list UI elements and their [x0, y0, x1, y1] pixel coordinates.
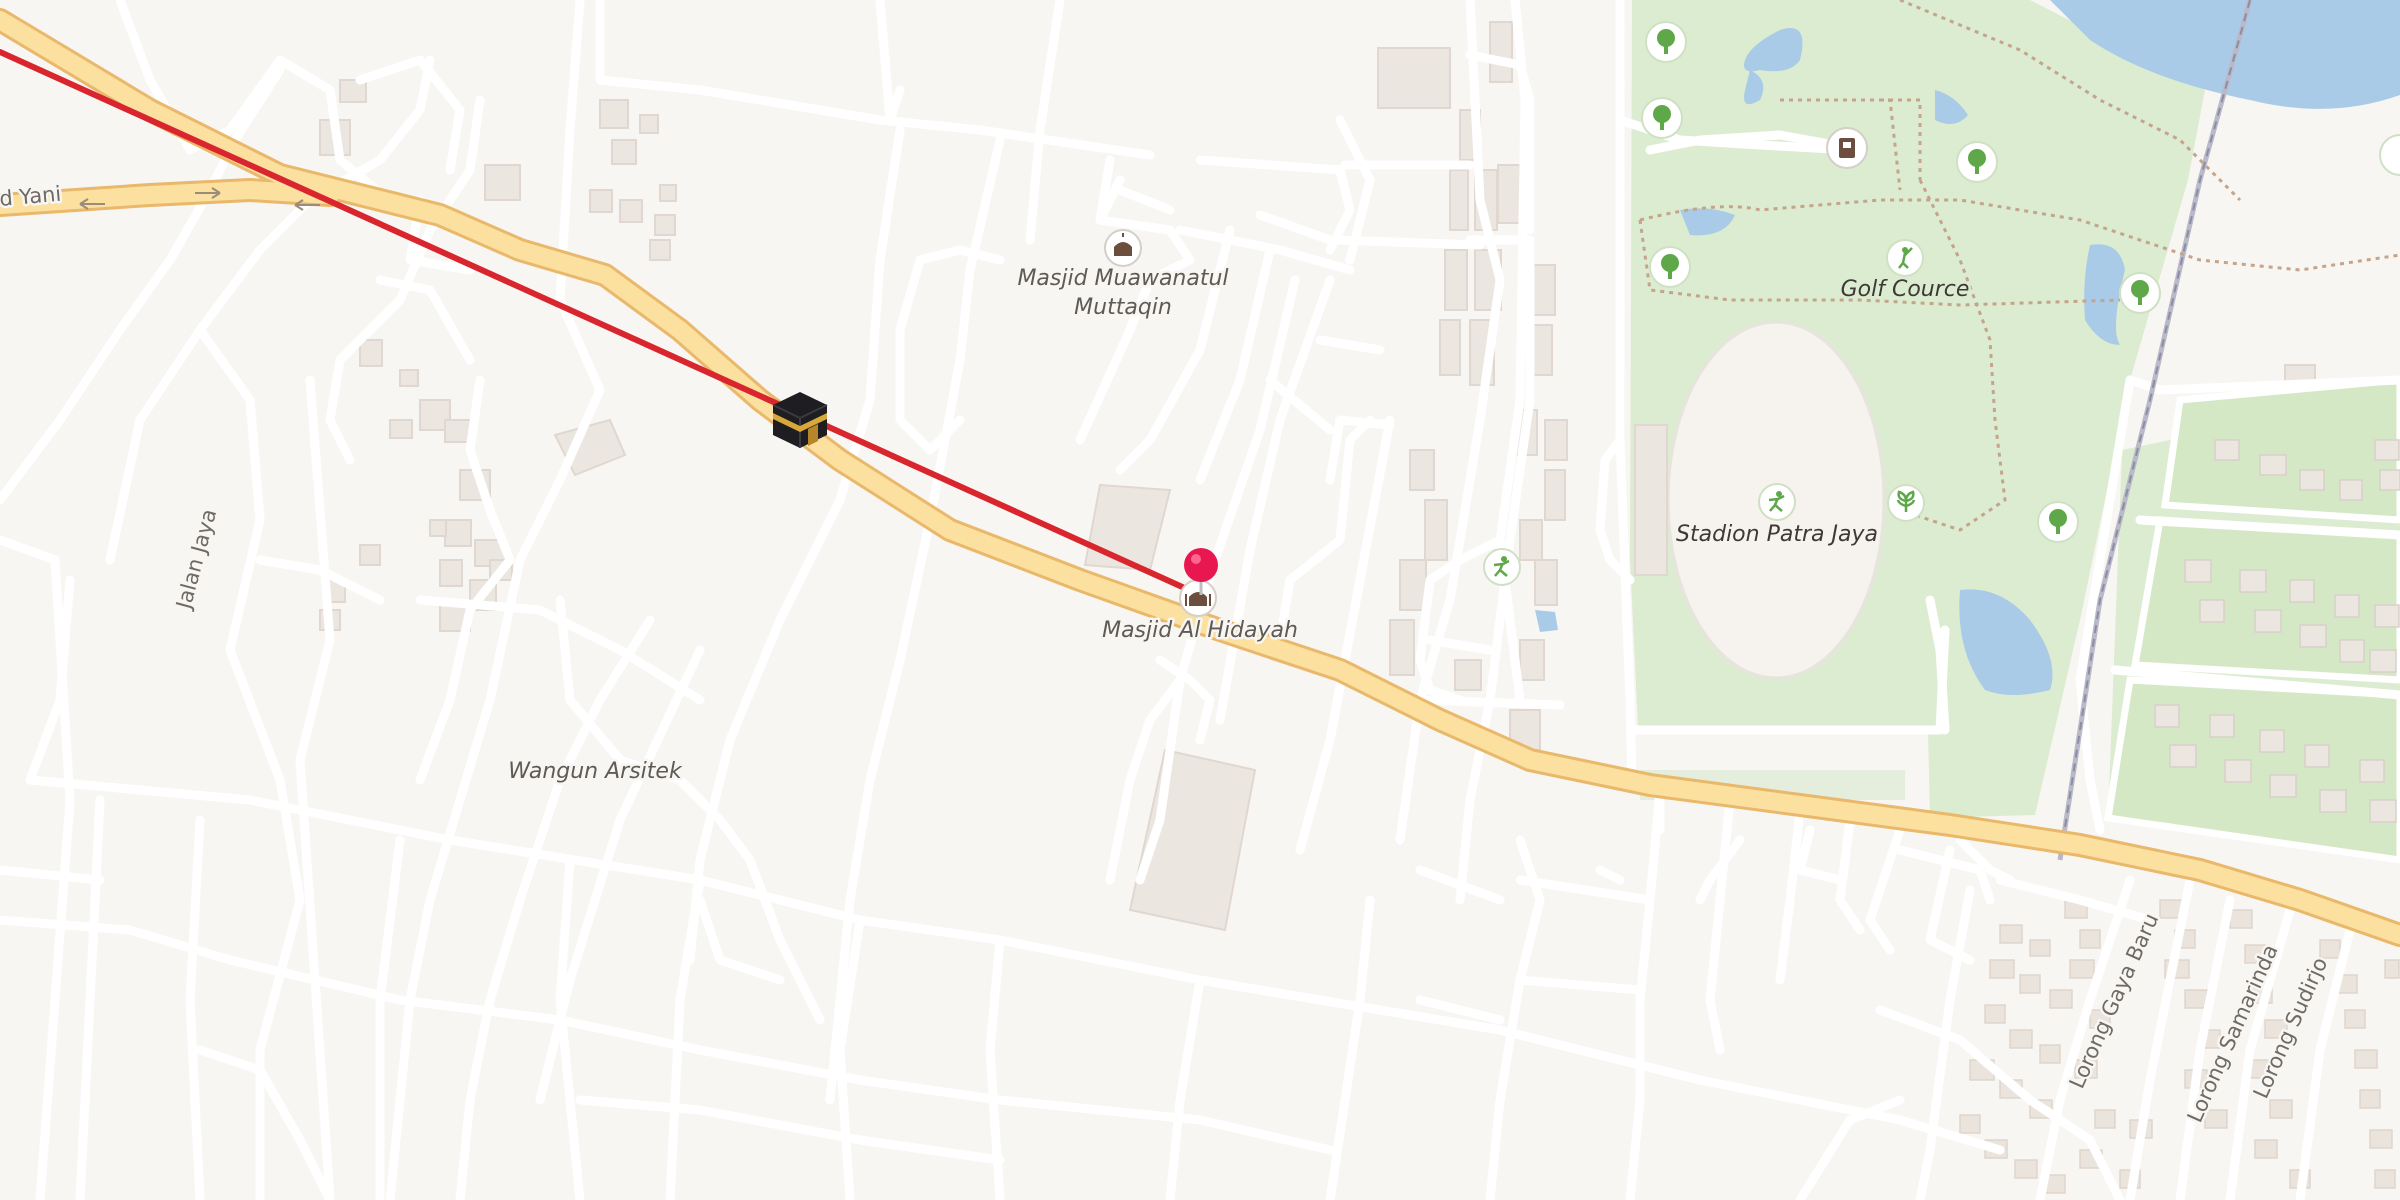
playground-icon[interactable]	[1483, 548, 1521, 586]
poi-label-mosque-al-hidayah: Masjid Al Hidayah	[1102, 618, 1298, 643]
golf-icon[interactable]	[1886, 239, 1924, 277]
tree-icon	[2037, 501, 2079, 543]
tree-icon	[1645, 21, 1687, 63]
tree-icon	[1649, 246, 1691, 288]
poi-label-golf-course: Golf Cource	[1841, 277, 1970, 302]
tree-icon	[1641, 97, 1683, 139]
poi-label-wangun-arsitek: Wangun Arsitek	[508, 759, 683, 784]
toilets-icon[interactable]	[1826, 127, 1868, 169]
garden-icon[interactable]	[1887, 484, 1925, 522]
poi-label-mosque-muawanatul-line2: Muttaqin	[1074, 295, 1172, 320]
mosque-icon[interactable]	[1179, 579, 1217, 617]
mosque-icon[interactable]	[1104, 229, 1142, 267]
tree-icon	[2119, 272, 2161, 314]
map-canvas[interactable]: d Yani Jalan Jaya Masjid Muawanatul Mutt…	[0, 0, 2400, 1200]
poi-label-mosque-muawanatul-line1: Masjid Muawanatul	[1017, 266, 1228, 291]
map-view[interactable]: d Yani Jalan Jaya Masjid Muawanatul Mutt…	[0, 0, 2400, 1200]
sports-icon[interactable]	[1758, 483, 1796, 521]
poi-label-stadium: Stadion Patra Jaya	[1676, 522, 1878, 547]
tree-icon	[1956, 141, 1998, 183]
